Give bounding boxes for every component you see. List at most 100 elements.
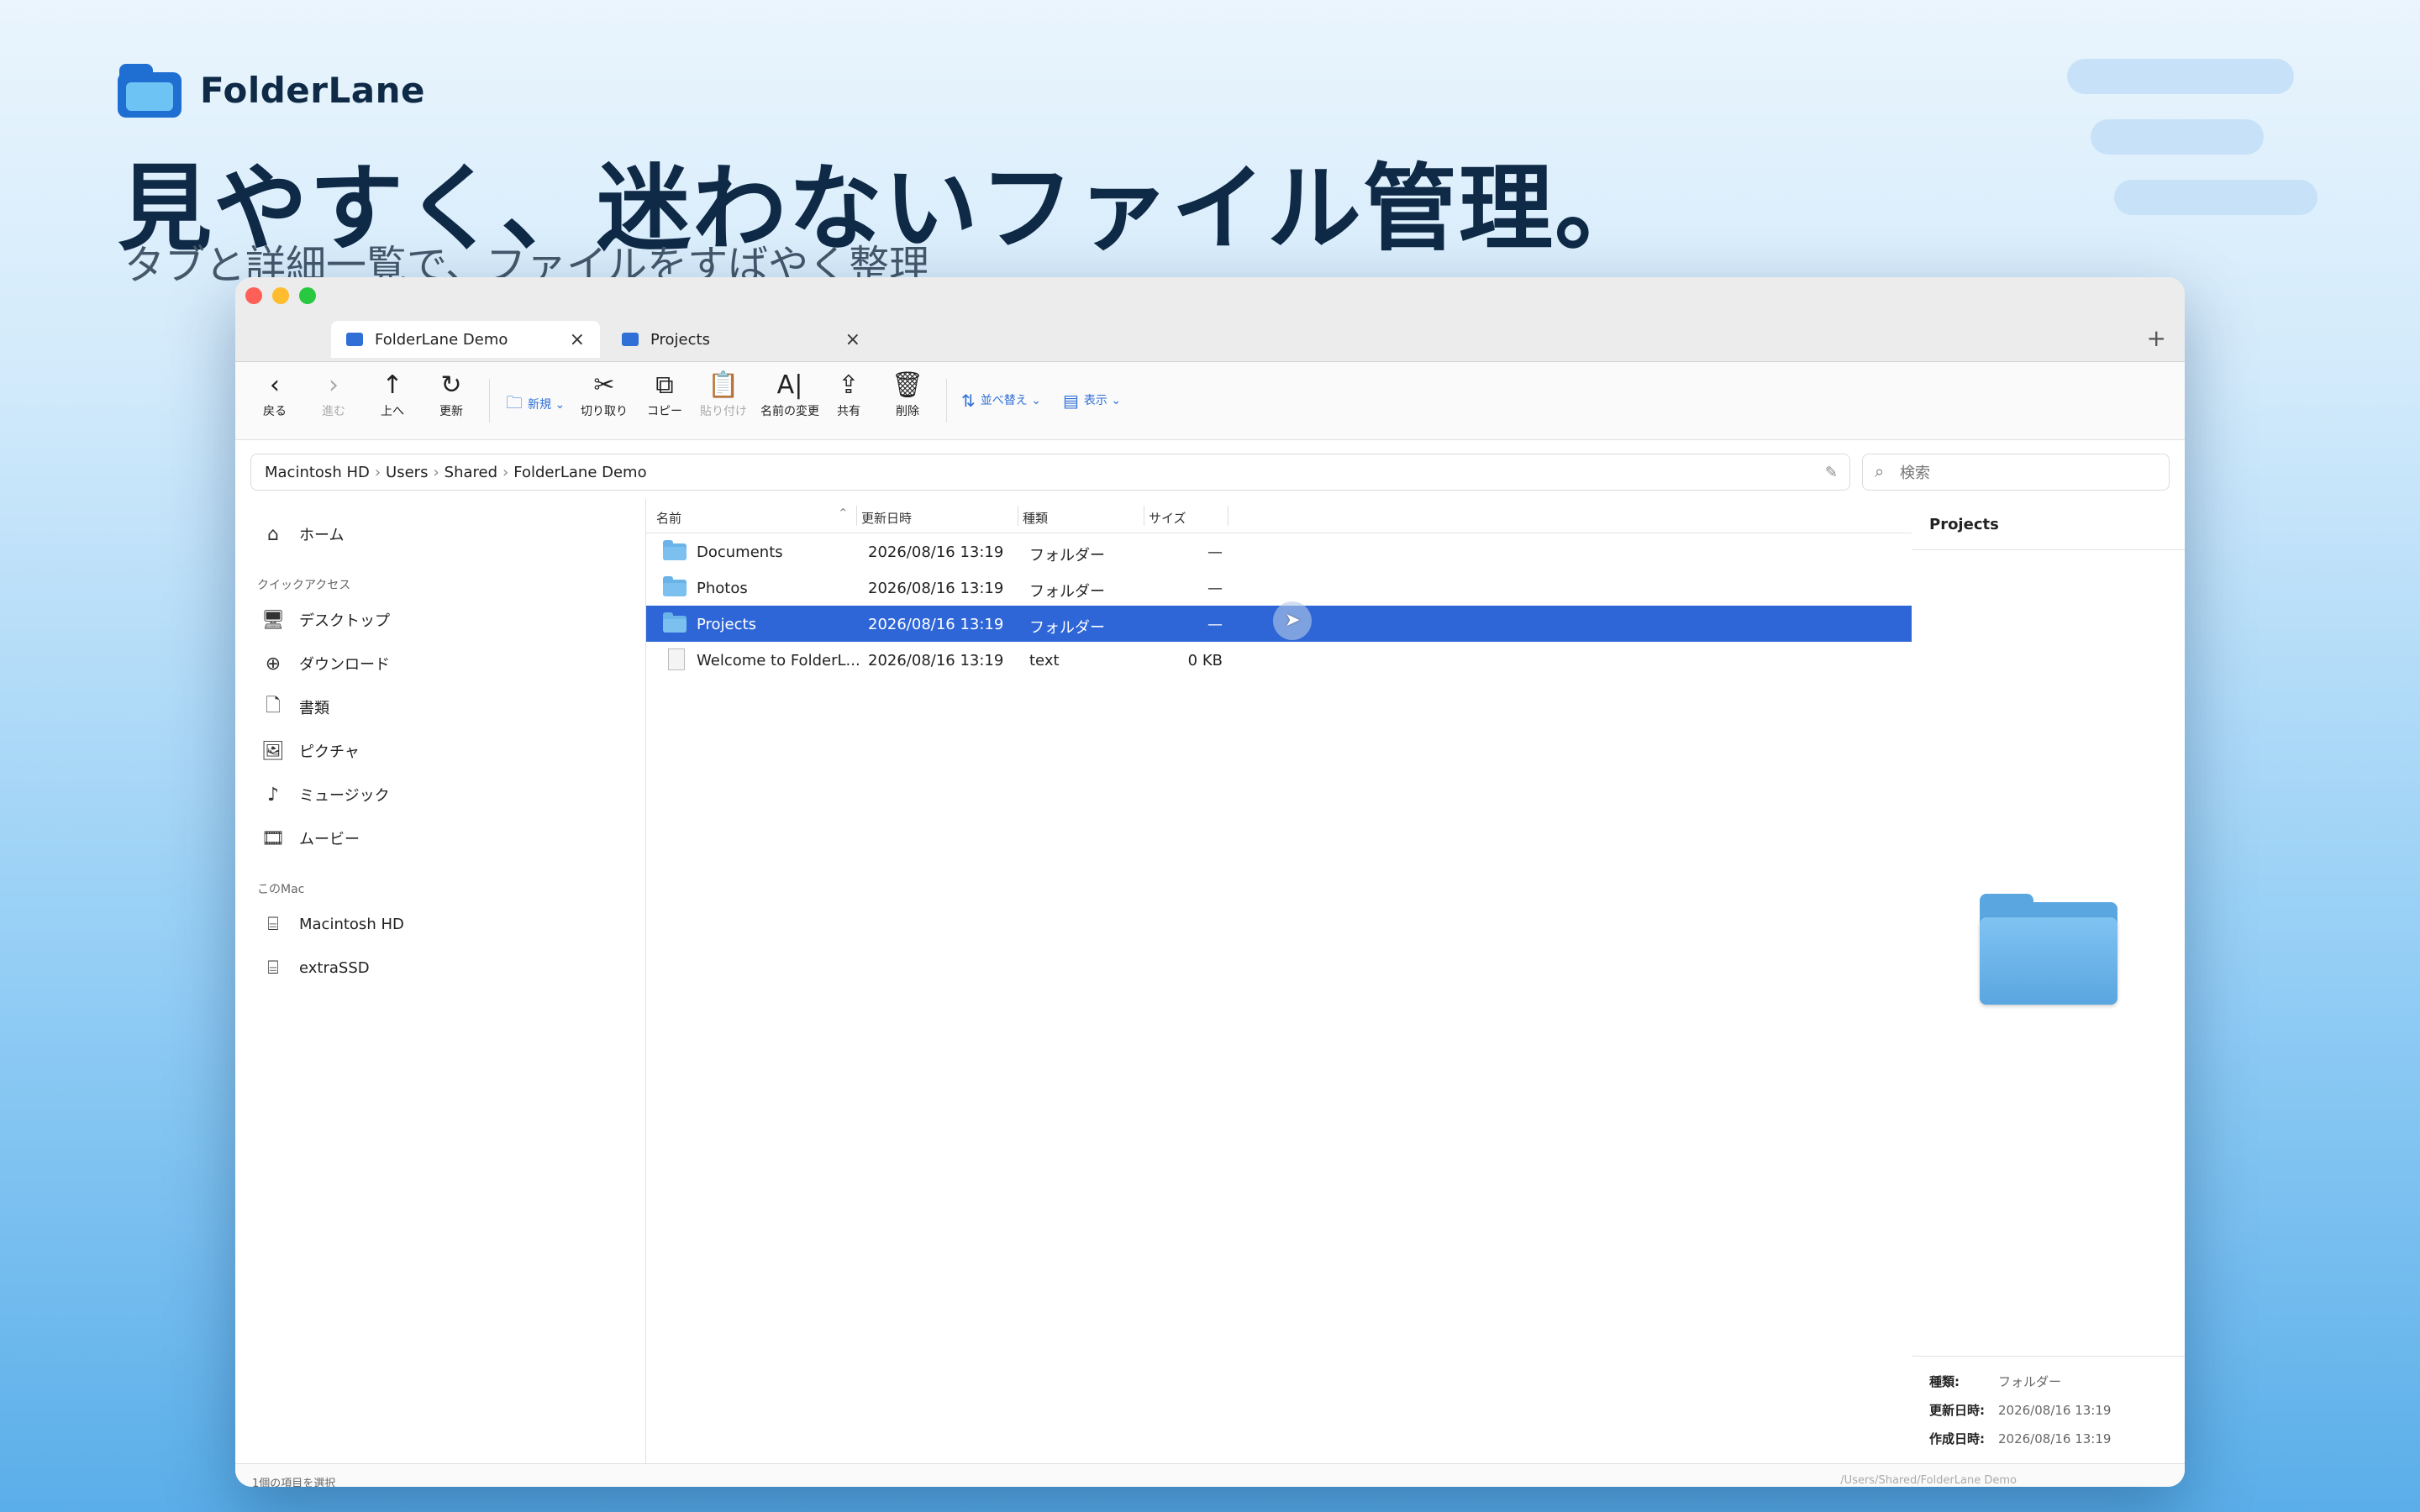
sidebar-item-extrassd[interactable]: ⌸ extraSSD bbox=[260, 951, 370, 984]
refresh-button[interactable]: ↻ 更新 bbox=[422, 369, 481, 419]
toolbar-divider bbox=[489, 379, 490, 423]
trash-icon: 🗑 bbox=[891, 370, 924, 400]
title-bar: FolderLane Demo × Projects × + bbox=[235, 277, 2185, 362]
sidebar-item-desktop[interactable]: 🖥 デスクトップ bbox=[260, 603, 390, 637]
file-size: 0 KB bbox=[1187, 652, 1223, 669]
search-box[interactable]: ⌕ bbox=[1862, 454, 2170, 491]
tab-projects[interactable]: Projects × bbox=[607, 321, 876, 358]
delete-button[interactable]: 🗑 削除 bbox=[878, 369, 937, 419]
path-segment[interactable]: Shared bbox=[445, 464, 497, 481]
picture-icon: 🖼 bbox=[261, 740, 285, 762]
sidebar-item-pictures[interactable]: 🖼 ピクチャ bbox=[260, 734, 360, 768]
column-divider[interactable] bbox=[856, 506, 857, 526]
edit-path-icon[interactable]: ✎ bbox=[1825, 454, 1838, 491]
app-window: FolderLane Demo × Projects × + ‹ 戻る › 進む ↑… bbox=[235, 277, 2185, 1487]
preview-created: 作成日時: 2026/08/16 13:19 bbox=[1929, 1430, 2111, 1447]
meta-key: 種類: bbox=[1929, 1374, 1960, 1389]
paste-button[interactable]: 📋 貼り付け bbox=[694, 369, 753, 419]
path-segment[interactable]: Macintosh HD bbox=[265, 464, 370, 481]
delete-label: 削除 bbox=[896, 405, 919, 418]
folder-icon bbox=[663, 540, 687, 560]
view-dropdown[interactable]: ▤ 表示 ⌄ bbox=[1063, 391, 1121, 411]
sidebar-item-music[interactable]: ♪ ミュージック bbox=[260, 778, 390, 811]
path-segment[interactable]: FolderLane Demo bbox=[513, 464, 646, 481]
table-row[interactable]: Documents 2026/08/16 13:19 フォルダー — bbox=[646, 533, 1912, 570]
scissors-icon: ✂ bbox=[593, 370, 615, 400]
meta-value: フォルダー bbox=[1998, 1374, 2062, 1389]
path-bar[interactable]: Macintosh HD › Users › Shared › FolderLane Dem… bbox=[250, 454, 1850, 491]
sidebar-item-home[interactable]: ⌂ ホーム bbox=[260, 517, 344, 551]
tab-close-icon[interactable]: × bbox=[845, 329, 860, 350]
new-dropdown[interactable]: 🗀 新規 ⌄ bbox=[506, 391, 565, 419]
column-header-modified[interactable]: 更新日時 bbox=[861, 509, 912, 527]
chevron-right-icon: › bbox=[502, 464, 509, 481]
view-label: 表示 bbox=[1083, 394, 1107, 407]
sidebar-item-label: ピクチャ bbox=[299, 743, 360, 761]
close-window-button[interactable] bbox=[245, 287, 262, 304]
copy-button[interactable]: ⧉ コピー bbox=[635, 369, 694, 419]
tab-label: FolderLane Demo bbox=[375, 330, 508, 349]
column-header-kind[interactable]: 種類 bbox=[1023, 509, 1048, 527]
sidebar-item-documents[interactable]: 🗋 書類 bbox=[260, 690, 329, 724]
sidebar-section-this-mac: このMac bbox=[257, 883, 305, 896]
sidebar-item-label: ダウンロード bbox=[299, 656, 390, 674]
sidebar-item-label: ミュージック bbox=[299, 787, 390, 805]
cut-label: 切り取り bbox=[581, 405, 628, 418]
folderlane-logo-icon bbox=[118, 62, 182, 118]
sidebar-item-label: ホーム bbox=[299, 527, 345, 544]
tab-close-icon[interactable]: × bbox=[570, 329, 585, 350]
preview-kind: 種類: フォルダー bbox=[1929, 1373, 2061, 1390]
up-button[interactable]: ↑ 上へ bbox=[363, 369, 422, 419]
folder-icon bbox=[346, 333, 363, 346]
home-icon: ⌂ bbox=[267, 523, 279, 545]
sidebar-item-macintosh-hd[interactable]: ⌸ Macintosh HD bbox=[260, 907, 403, 941]
back-button[interactable]: ‹ 戻る bbox=[245, 369, 304, 419]
refresh-icon: ↻ bbox=[440, 370, 462, 400]
file-list: 名前 ⌃ 更新日時 種類 サイズ Documents 2026/08/16 13… bbox=[646, 499, 1912, 1463]
minimize-window-button[interactable] bbox=[272, 287, 289, 304]
sidebar-section-quick-access: クイックアクセス bbox=[257, 579, 351, 592]
current-path-status: /Users/Shared/FolderLane Demo bbox=[1840, 1474, 2017, 1487]
share-button[interactable]: ⇪ 共有 bbox=[819, 369, 878, 419]
file-kind: フォルダー bbox=[1029, 619, 1105, 637]
rename-icon: A| bbox=[776, 370, 803, 400]
status-bar: 1個の項目を選択 /Users/Shared/FolderLane Demo bbox=[235, 1463, 2185, 1487]
file-kind: フォルダー bbox=[1029, 583, 1105, 601]
large-folder-icon bbox=[1980, 894, 2118, 1005]
column-header-size[interactable]: サイズ bbox=[1149, 509, 1186, 527]
forward-button[interactable]: › 進む bbox=[304, 369, 363, 419]
sidebar-item-downloads[interactable]: ⊕ ダウンロード bbox=[260, 647, 390, 680]
decorative-bar bbox=[2114, 180, 2317, 215]
table-row[interactable]: Welcome to FolderL... 2026/08/16 13:19 t… bbox=[646, 642, 1912, 678]
sort-dropdown[interactable]: ⇅ 並べ替え ⌄ bbox=[961, 391, 1041, 411]
brand: FolderLane bbox=[118, 62, 425, 118]
meta-value: 2026/08/16 13:19 bbox=[1998, 1431, 2112, 1446]
drive-icon: ⌸ bbox=[267, 957, 279, 979]
refresh-label: 更新 bbox=[439, 405, 463, 418]
tab-folderlane-demo[interactable]: FolderLane Demo × bbox=[331, 321, 600, 358]
path-segment[interactable]: Users bbox=[386, 464, 428, 481]
sidebar-item-movies[interactable]: 🎞 ムービー bbox=[260, 822, 360, 855]
decorative-bar bbox=[2067, 59, 2294, 94]
file-kind: text bbox=[1029, 652, 1060, 669]
file-name: Documents bbox=[697, 543, 783, 561]
back-label: 戻る bbox=[263, 405, 287, 418]
sidebar-item-label: extraSSD bbox=[299, 958, 370, 977]
file-name: Projects bbox=[697, 616, 756, 633]
new-tab-plus-icon[interactable]: + bbox=[2147, 324, 2166, 352]
table-row[interactable]: Photos 2026/08/16 13:19 フォルダー — bbox=[646, 570, 1912, 606]
sort-arrows-icon: ⇅ bbox=[961, 391, 976, 411]
column-header-name[interactable]: 名前 bbox=[656, 509, 681, 527]
document-icon: 🗋 bbox=[266, 696, 281, 717]
chevron-left-icon: ‹ bbox=[270, 370, 280, 400]
cut-button[interactable]: ✂ 切り取り bbox=[575, 369, 634, 419]
rename-button[interactable]: A| 名前の変更 bbox=[758, 369, 822, 419]
zoom-window-button[interactable] bbox=[299, 287, 316, 304]
file-modified: 2026/08/16 13:19 bbox=[868, 543, 1004, 561]
search-input[interactable] bbox=[1898, 459, 2154, 486]
rename-label: 名前の変更 bbox=[760, 405, 819, 418]
divider bbox=[1912, 549, 2185, 550]
toolbar: ‹ 戻る › 進む ↑ 上へ ↻ 更新 🗀 新規 ⌄ ✂ 切り取り ⧉ コピー 📋 貼り付け A… bbox=[235, 362, 2185, 440]
new-label: 新規 bbox=[528, 398, 551, 412]
meta-value: 2026/08/16 13:19 bbox=[1998, 1403, 2112, 1418]
